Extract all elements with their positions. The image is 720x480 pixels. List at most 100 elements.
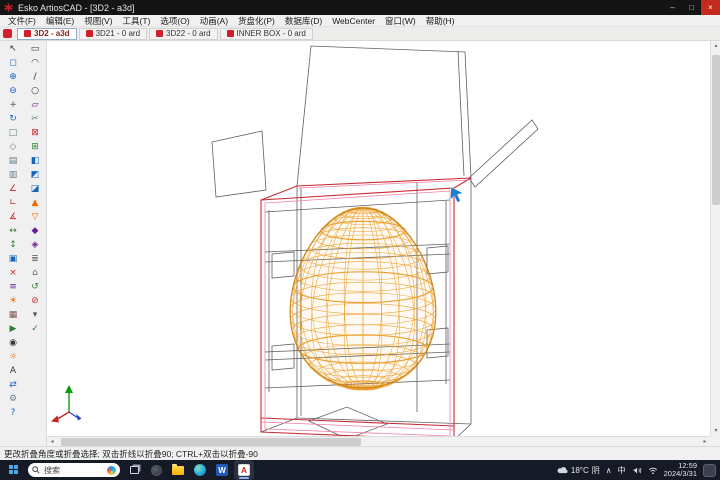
- add-text-icon[interactable]: A: [3, 364, 23, 378]
- animation-play-icon[interactable]: ▶: [3, 322, 23, 336]
- taskbar-copilot[interactable]: [146, 460, 166, 480]
- window-title: Esko ArtiosCAD - [3D2 - a3d]: [18, 3, 135, 13]
- layers-icon[interactable]: ≡: [3, 280, 23, 294]
- tab-inner-box-0-ard[interactable]: INNER BOX - 0 ard: [220, 28, 313, 40]
- fold-90-icon[interactable]: ∟: [3, 196, 23, 210]
- horizontal-scroll-thumb[interactable]: [61, 438, 361, 446]
- confirm-tool-icon[interactable]: ✓: [25, 322, 45, 336]
- menu-item-2[interactable]: 视图(V): [79, 15, 117, 27]
- 3d-scene[interactable]: [47, 41, 710, 436]
- esko-logo-icon: [4, 3, 13, 12]
- weather-widget[interactable]: 18°C 阴: [557, 465, 600, 476]
- volume-icon[interactable]: [632, 466, 642, 475]
- help-icon[interactable]: ?: [3, 406, 23, 420]
- snapshot-icon[interactable]: ☼: [3, 350, 23, 364]
- word-icon: W: [216, 464, 228, 476]
- menu-item-0[interactable]: 文件(F): [3, 15, 41, 27]
- delete-box-icon[interactable]: ⊠: [25, 126, 45, 140]
- status-message: 更改折叠角度或折叠选择; 双击折线以折叠90; CTRL+双击以折叠-90: [4, 448, 258, 460]
- ime-indicator[interactable]: 中: [618, 465, 626, 476]
- vertical-scrollbar[interactable]: ▴ ▾: [710, 41, 720, 436]
- taskbar-clock[interactable]: 12:59 2024/3/31: [664, 462, 697, 479]
- flap-up-icon[interactable]: ▲: [25, 196, 45, 210]
- copilot-icon: [151, 465, 162, 476]
- tab-3d22-0-ard[interactable]: 3D22 - 0 ard: [149, 28, 217, 40]
- taskbar-task-view[interactable]: [124, 460, 144, 480]
- move-part-icon[interactable]: ↕: [3, 238, 23, 252]
- diamond-outline-icon[interactable]: ◈: [25, 238, 45, 252]
- maximize-button[interactable]: □: [682, 0, 701, 15]
- document-icon: [24, 30, 31, 37]
- parallelogram-tool-icon[interactable]: ▱: [25, 98, 45, 112]
- zoom-in-icon[interactable]: ⊕: [3, 70, 23, 84]
- fold-all-icon[interactable]: ∡: [3, 210, 23, 224]
- taskbar-artioscad[interactable]: A: [234, 460, 254, 480]
- circle-tool-icon[interactable]: ○: [25, 84, 45, 98]
- select-tool-icon[interactable]: ↖: [3, 42, 23, 56]
- system-tray: 18°C 阴 ∧ 中 12:59 2024/3/31: [557, 462, 716, 479]
- more-tools-icon[interactable]: ▾: [25, 308, 45, 322]
- menu-item-3[interactable]: 工具(T): [118, 15, 156, 27]
- measure-icon[interactable]: ↔: [3, 224, 23, 238]
- menu-item-1[interactable]: 编辑(E): [41, 15, 79, 27]
- vertical-scroll-thumb[interactable]: [712, 55, 720, 205]
- line-tool-icon[interactable]: /: [25, 70, 45, 84]
- task-view-icon: [130, 466, 139, 474]
- tab-3d21-0-ard[interactable]: 3D21 - 0 ard: [79, 28, 147, 40]
- minimize-button[interactable]: –: [663, 0, 682, 15]
- notification-center-icon[interactable]: [703, 464, 716, 477]
- rectangle-tool-icon[interactable]: ▭: [25, 42, 45, 56]
- left-toolbar: ↖◻⊕⊖+↻□◇▤▥∠∟∡↔↕▣×≡☀▦▶◉☼A⇄⚙? ▭◠/○▱✂⊠⊞◧◩◪▲…: [0, 41, 47, 446]
- zoom-window-icon[interactable]: ◻: [3, 56, 23, 70]
- menu-item-8[interactable]: WebCenter: [327, 16, 380, 26]
- home-view-icon[interactable]: ⌂: [25, 266, 45, 280]
- light-source-icon[interactable]: ☀: [3, 294, 23, 308]
- mdi-document-icon[interactable]: [3, 29, 12, 38]
- dimension-icon[interactable]: ⇄: [3, 378, 23, 392]
- flap-down-icon[interactable]: ▽: [25, 210, 45, 224]
- fold-angle-icon[interactable]: ∠: [3, 182, 23, 196]
- hidden-icons-chevron[interactable]: ∧: [606, 466, 612, 475]
- arc-tool-icon[interactable]: ◠: [25, 56, 45, 70]
- scroll-down-icon[interactable]: ▾: [711, 426, 720, 436]
- restrict-tool-icon[interactable]: ⊘: [25, 294, 45, 308]
- horizontal-scrollbar[interactable]: ◂ ▸: [47, 436, 710, 446]
- cut-tool-icon[interactable]: ✂: [25, 112, 45, 126]
- view-front-icon[interactable]: □: [3, 126, 23, 140]
- panel-fill-icon[interactable]: ◪: [25, 182, 45, 196]
- pan-icon[interactable]: +: [3, 98, 23, 112]
- taskbar-search[interactable]: 搜索: [28, 463, 120, 477]
- diamond-tool-icon[interactable]: ◆: [25, 224, 45, 238]
- menu-item-9[interactable]: 窗口(W): [380, 15, 421, 27]
- taskbar-word[interactable]: W: [212, 460, 232, 480]
- add-box-icon[interactable]: ⊞: [25, 140, 45, 154]
- menu-item-5[interactable]: 动画(A): [195, 15, 233, 27]
- zoom-out-icon[interactable]: ⊖: [3, 84, 23, 98]
- material-icon[interactable]: ▦: [3, 308, 23, 322]
- camera-view-icon[interactable]: ◉: [3, 336, 23, 350]
- view-side-icon[interactable]: ▥: [3, 168, 23, 182]
- taskbar-edge[interactable]: [190, 460, 210, 480]
- menu-item-6[interactable]: 货盘化(P): [233, 15, 280, 27]
- scroll-up-icon[interactable]: ▴: [711, 41, 720, 51]
- panel-corner-icon[interactable]: ◩: [25, 168, 45, 182]
- view-iso-icon[interactable]: ◇: [3, 140, 23, 154]
- menu-item-7[interactable]: 数据库(D): [280, 15, 327, 27]
- taskbar-file-explorer[interactable]: [168, 460, 188, 480]
- copy-part-icon[interactable]: ▣: [3, 252, 23, 266]
- 3d-viewport[interactable]: ◂ ▸ ▴ ▾: [47, 41, 720, 446]
- close-button[interactable]: ×: [701, 0, 720, 15]
- rotate-view-icon[interactable]: ↻: [3, 112, 23, 126]
- panel-left-icon[interactable]: ◧: [25, 154, 45, 168]
- view-top-icon[interactable]: ▤: [3, 154, 23, 168]
- menu-item-10[interactable]: 帮助(H): [421, 15, 460, 27]
- delete-part-icon[interactable]: ×: [3, 266, 23, 280]
- tab-3d2-a3d[interactable]: 3D2 - a3d: [17, 28, 77, 40]
- wifi-icon[interactable]: [648, 466, 658, 475]
- list-tool-icon[interactable]: ≣: [25, 252, 45, 266]
- options-gear-icon[interactable]: ⚙: [3, 392, 23, 406]
- tabs-container: 3D2 - a3d3D21 - 0 ard3D22 - 0 ardINNER B…: [17, 28, 313, 40]
- menu-item-4[interactable]: 选项(O): [155, 15, 194, 27]
- undo-fold-icon[interactable]: ↺: [25, 280, 45, 294]
- start-button[interactable]: [4, 460, 24, 480]
